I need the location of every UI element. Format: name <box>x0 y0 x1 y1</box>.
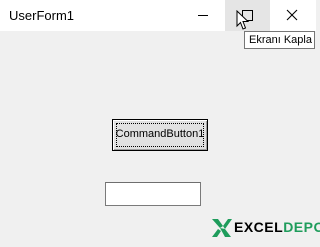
maximize-tooltip: Ekranı Kapla <box>244 31 315 49</box>
exceldepo-logo-icon <box>212 219 232 237</box>
logo-text-depo: DEPO <box>283 219 320 235</box>
minimize-icon <box>198 15 208 16</box>
command-button-1[interactable]: CommandButton1 <box>112 119 208 151</box>
mouse-cursor-icon <box>236 10 250 30</box>
close-icon <box>286 9 298 21</box>
userform-window: UserForm1 Ekranı Kapla CommandButton1 EX… <box>0 0 320 247</box>
textbox-1[interactable] <box>105 182 201 206</box>
title-bar[interactable]: UserForm1 <box>0 0 316 31</box>
command-button-label: CommandButton1 <box>115 128 205 140</box>
logo-text-excel: EXCEL <box>234 219 284 235</box>
close-button[interactable] <box>270 0 315 31</box>
exceldepo-logo: EXCELDEPO <box>211 218 320 238</box>
window-title: UserForm1 <box>9 8 75 23</box>
logo-text: EXCELDEPO <box>234 219 320 235</box>
minimize-button[interactable] <box>180 0 225 31</box>
